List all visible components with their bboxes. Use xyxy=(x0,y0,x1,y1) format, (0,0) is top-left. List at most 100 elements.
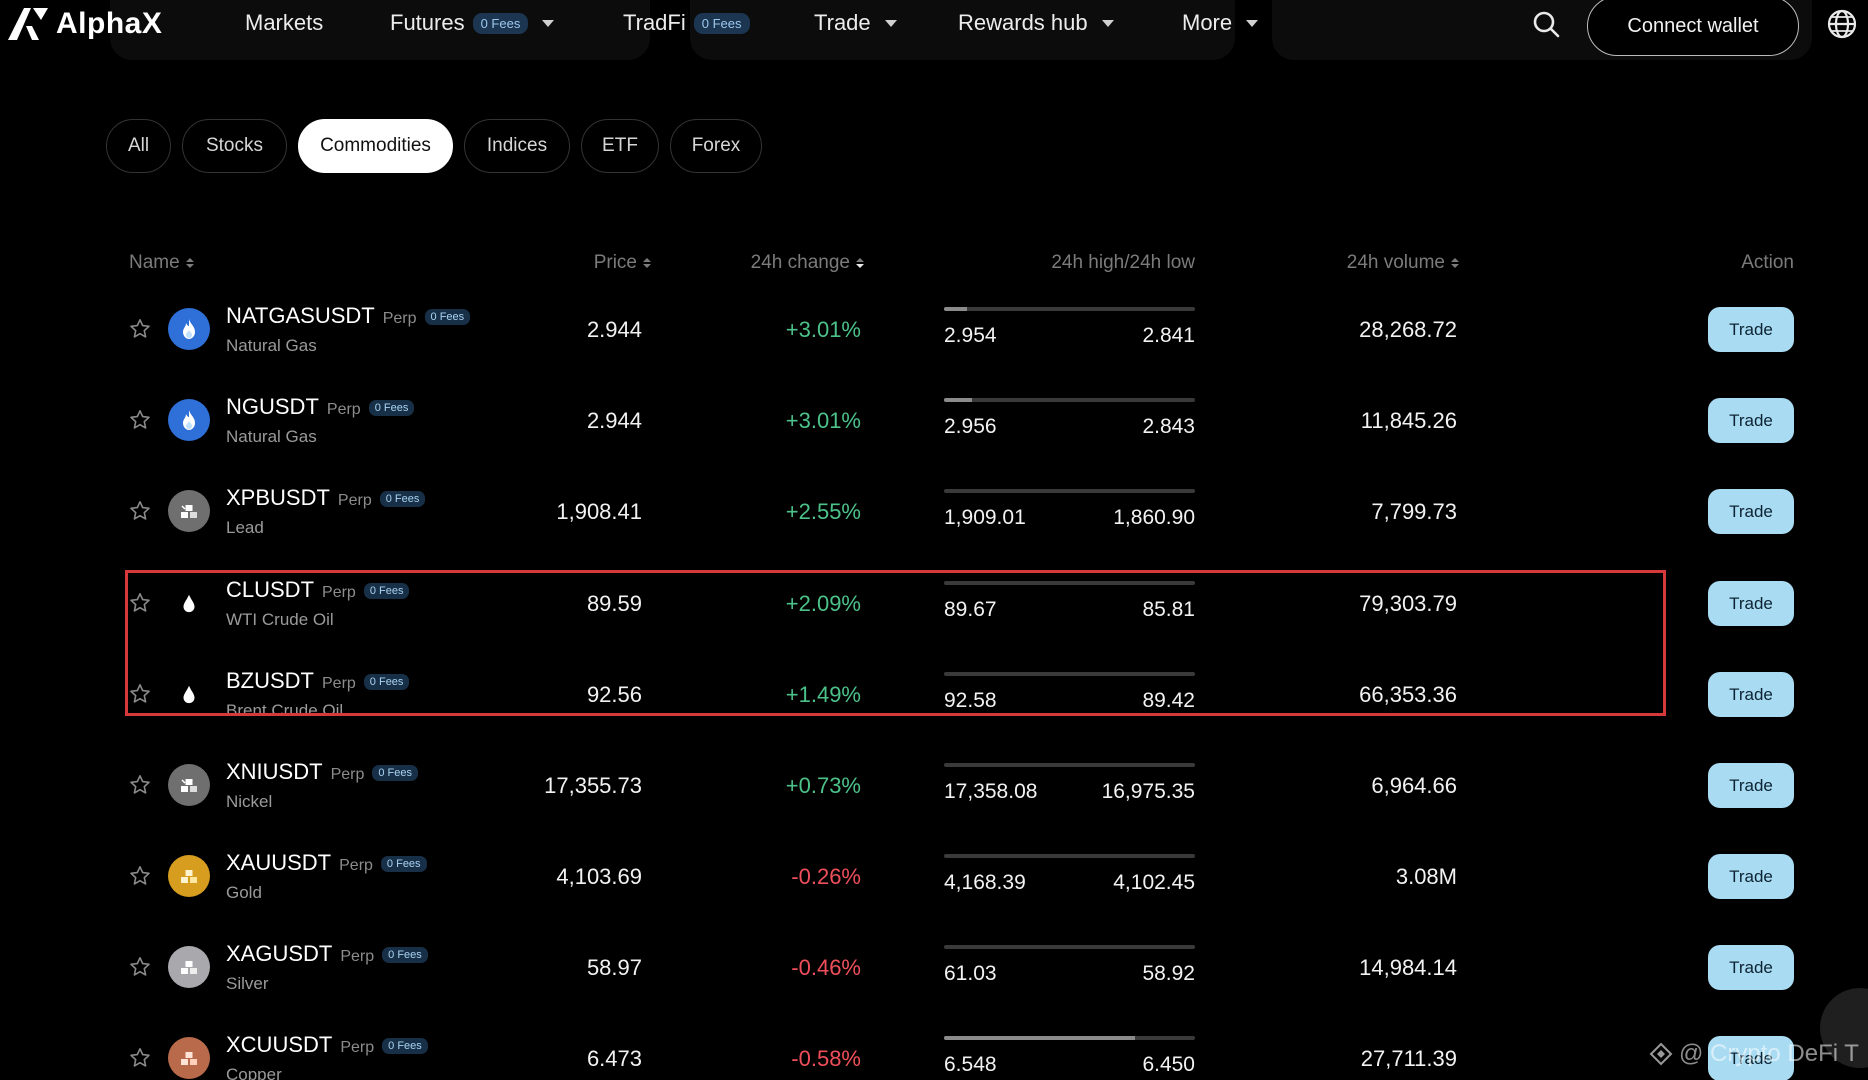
trade-button[interactable]: Trade xyxy=(1708,945,1794,990)
symbol-name[interactable]: XAUUSDT xyxy=(226,850,331,876)
symbol-line[interactable]: XNIUSDT Perp 0 Fees xyxy=(226,759,418,785)
symbol-line[interactable]: NGUSDT Perp 0 Fees xyxy=(226,394,415,420)
high-low-range-bar xyxy=(944,945,1195,949)
volume-value: 6,964.66 xyxy=(1371,773,1457,798)
volume-value: 28,268.72 xyxy=(1359,317,1457,342)
nav-label: Trade xyxy=(814,10,871,35)
watermark: @ Crypto DeFi T xyxy=(1649,1040,1859,1068)
column-header-24h-change[interactable]: 24h change xyxy=(751,252,864,274)
nav-trade[interactable]: Trade xyxy=(814,8,897,38)
column-header-24h-volume[interactable]: 24h volume xyxy=(1347,252,1459,274)
table-row[interactable]: XNIUSDT Perp 0 Fees Nickel 17,355.73 +0.73% 17… xyxy=(0,749,1868,840)
copper-bars-icon xyxy=(168,1037,210,1079)
trade-button[interactable]: Trade xyxy=(1708,398,1794,443)
symbol-name[interactable]: XPBUSDT xyxy=(226,485,330,511)
sort-icon xyxy=(185,258,194,268)
symbol-name[interactable]: XNIUSDT xyxy=(226,759,323,785)
volume-value: 11,845.26 xyxy=(1360,408,1457,433)
star-favorite-icon[interactable] xyxy=(128,864,152,888)
metal-bars-icon xyxy=(168,490,210,532)
nav-more[interactable]: More xyxy=(1182,8,1259,38)
chevron-down-icon xyxy=(1246,19,1259,27)
star-favorite-icon[interactable] xyxy=(128,499,152,523)
gold-bars-icon xyxy=(168,855,210,897)
star-favorite-icon[interactable] xyxy=(128,317,152,341)
table-row[interactable]: NGUSDT Perp 0 Fees Natural Gas 2.944 +3.01% 2.… xyxy=(0,384,1868,475)
price-value: 6.473 xyxy=(586,1046,642,1071)
star-favorite-icon[interactable] xyxy=(128,773,152,797)
asset-name: Nickel xyxy=(226,792,273,811)
diamond-logo-icon xyxy=(1649,1042,1673,1066)
nav-rewards-hub[interactable]: Rewards hub xyxy=(958,8,1114,38)
search-icon[interactable] xyxy=(1530,8,1562,40)
star-favorite-icon[interactable] xyxy=(128,955,152,979)
trade-button[interactable]: Trade xyxy=(1708,581,1794,626)
connect-wallet-button[interactable]: Connect wallet xyxy=(1587,0,1799,56)
zero-fees-badge: 0 Fees xyxy=(382,1038,428,1054)
star-favorite-icon[interactable] xyxy=(128,408,152,432)
nav-markets[interactable]: Markets xyxy=(245,8,323,38)
column-header-action: Action xyxy=(1741,252,1794,274)
symbol-line[interactable]: XCUUSDT Perp 0 Fees xyxy=(226,1032,428,1058)
filter-tab-commodities[interactable]: Commodities xyxy=(298,119,453,173)
volume-value: 14,984.14 xyxy=(1359,955,1457,980)
filter-tab-forex[interactable]: Forex xyxy=(670,119,762,173)
nav-tradfi[interactable]: TradFi 0 Fees xyxy=(623,8,750,38)
trade-button[interactable]: Trade xyxy=(1708,763,1794,808)
filter-tab-all[interactable]: All xyxy=(106,119,171,173)
header-label: 24h high/24h low xyxy=(1051,252,1195,273)
table-row[interactable]: XCUUSDT Perp 0 Fees Copper 6.473 -0.58% 6.548 6… xyxy=(0,1022,1868,1080)
volume-value: 27,711.39 xyxy=(1360,1046,1457,1071)
nav-label: Futures xyxy=(390,10,465,35)
column-header-price[interactable]: Price xyxy=(594,252,651,274)
filter-tab-indices[interactable]: Indices xyxy=(464,119,570,173)
table-row[interactable]: XAUUSDT Perp 0 Fees Gold 4,103.69 -0.26% 4,168… xyxy=(0,840,1868,931)
symbol-line[interactable]: NATGASUSDT Perp 0 Fees xyxy=(226,303,471,329)
highlight-annotation-box xyxy=(125,570,1666,716)
high-value: 1,909.01 xyxy=(944,506,1026,529)
trade-button[interactable]: Trade xyxy=(1708,854,1794,899)
header-label: Price xyxy=(593,252,637,273)
trade-button[interactable]: Trade xyxy=(1708,489,1794,534)
metal-bars-icon xyxy=(168,764,210,806)
trade-button[interactable]: Trade xyxy=(1708,307,1794,352)
high-value: 17,358.08 xyxy=(944,780,1038,803)
nav-label: Markets xyxy=(245,10,324,35)
asset-name: Natural Gas xyxy=(226,336,317,355)
alphax-logo[interactable]: AlphaX xyxy=(6,4,162,44)
change-value: -0.46% xyxy=(791,955,861,980)
top-navigation: AlphaX Markets Futures 0 Fees TradFi 0 F… xyxy=(0,0,1868,60)
perp-label: Perp xyxy=(340,948,375,965)
asset-name: Copper xyxy=(226,1065,282,1080)
zero-fees-badge: 0 Fees xyxy=(424,309,471,325)
globe-icon[interactable] xyxy=(1826,8,1858,40)
sort-icon xyxy=(1451,258,1459,268)
symbol-line[interactable]: XPBUSDT Perp 0 Fees xyxy=(226,485,426,511)
filter-tab-stocks[interactable]: Stocks xyxy=(182,119,287,173)
symbol-line[interactable]: XAUUSDT Perp 0 Fees xyxy=(226,850,427,876)
star-favorite-icon[interactable] xyxy=(128,1046,152,1070)
symbol-line[interactable]: XAGUSDT Perp 0 Fees xyxy=(226,941,428,967)
symbol-name[interactable]: XCUUSDT xyxy=(226,1032,332,1058)
asset-name: Silver xyxy=(226,974,269,993)
alphax-logo-icon xyxy=(8,8,48,40)
chevron-down-icon xyxy=(542,19,555,27)
trade-button[interactable]: Trade xyxy=(1708,672,1794,717)
chevron-down-icon xyxy=(1101,19,1114,27)
low-value: 58.92 xyxy=(1142,962,1195,985)
table-row[interactable]: NATGASUSDT Perp 0 Fees Natural Gas 2.944 +3.0… xyxy=(0,293,1868,384)
high-value: 61.03 xyxy=(944,962,997,985)
filter-tab-etf[interactable]: ETF xyxy=(581,119,659,173)
column-header-name[interactable]: Name xyxy=(129,252,194,274)
flame-icon xyxy=(168,399,210,441)
table-row[interactable]: XAGUSDT Perp 0 Fees Silver 58.97 -0.46% 61.03 5… xyxy=(0,931,1868,1022)
high-low-range-bar xyxy=(944,489,1195,493)
low-value: 2.841 xyxy=(1142,324,1195,347)
low-value: 6.450 xyxy=(1142,1053,1195,1076)
nav-futures[interactable]: Futures 0 Fees xyxy=(390,8,555,38)
zero-fees-badge: 0 Fees xyxy=(368,400,415,416)
table-row[interactable]: XPBUSDT Perp 0 Fees Lead 1,908.41 +2.55% 1,909… xyxy=(0,475,1868,566)
symbol-name[interactable]: NGUSDT xyxy=(226,394,319,420)
symbol-name[interactable]: NATGASUSDT xyxy=(226,303,375,329)
symbol-name[interactable]: XAGUSDT xyxy=(226,941,332,967)
